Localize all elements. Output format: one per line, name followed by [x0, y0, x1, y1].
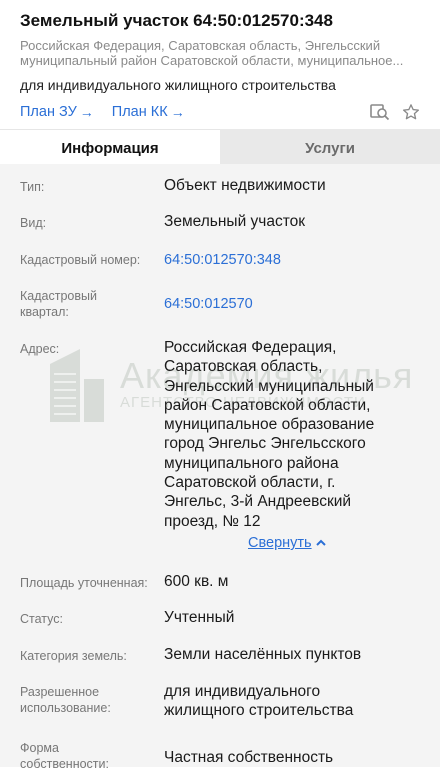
detail-row-type: Тип: Объект недвижимости [0, 176, 440, 195]
detail-value: Частная собственность [164, 749, 334, 766]
detail-value: для индивидуального жилищного строительс… [164, 682, 424, 720]
address-line: проезд, № 12 [164, 512, 261, 530]
address-line: Энгельсский муниципальный [164, 377, 374, 395]
header-icons [370, 103, 420, 121]
address-line: район Саратовской области, [164, 396, 371, 414]
search-map-icon[interactable] [370, 103, 390, 121]
detail-row-status: Статус: Учтенный [0, 608, 440, 627]
header-address-line: Российская Федерация, Саратовская област… [20, 38, 381, 53]
header-address-line: муниципальный район Саратовской области,… [20, 53, 404, 68]
chevron-up-icon [315, 539, 326, 546]
detail-label-line: квартал: [20, 305, 69, 319]
tab-information[interactable]: Информация [0, 129, 220, 167]
detail-label-line: собственности: [20, 757, 109, 771]
detail-row-cadastral-number: Кадастровый номер: 64:50:012570:348 [0, 251, 440, 270]
plan-zu-link[interactable]: План ЗУ → [20, 104, 94, 120]
object-header: Земельный участок 64:50:012570:348 Росси… [0, 0, 440, 123]
address-line: Российская Федерация, [164, 339, 337, 356]
star-icon[interactable] [402, 103, 420, 121]
detail-label: Категория земель: [20, 649, 127, 663]
detail-label: Площадь уточненная: [20, 576, 148, 590]
plan-kk-link[interactable]: План КК → [112, 104, 185, 120]
detail-label: Кадастровый номер: [20, 253, 141, 267]
detail-label: Кадастровый квартал: [20, 288, 164, 320]
header-purpose: для индивидуального жилищного строительс… [20, 77, 336, 93]
plan-kk-label: План КК [111, 104, 168, 120]
detail-value: Земли населённых пунктов [164, 646, 362, 663]
tab-services[interactable]: Услуги [220, 129, 440, 167]
plan-zu-label: План ЗУ [20, 104, 77, 120]
address-line: город Энгельс Энгельсского [164, 435, 366, 453]
detail-row-address: Адрес: Российская Федерация, Саратовская… [0, 338, 440, 531]
detail-label: Тип: [20, 180, 45, 194]
detail-value: Земельный участок [164, 213, 306, 230]
arrow-right-icon: → [170, 104, 185, 120]
address-line: муниципальное образование [164, 416, 375, 434]
cadastral-quarter-link[interactable]: 64:50:012570 [164, 288, 424, 320]
detail-label: Вид: [20, 216, 47, 230]
detail-row-land-category: Категория земель: Земли населённых пункт… [0, 645, 440, 664]
detail-row-area: Площадь уточненная: 600 кв. м [0, 572, 440, 591]
detail-label: Форма собственности: [20, 740, 164, 772]
header-address: Российская Федерация, Саратовская област… [20, 38, 424, 68]
detail-value: Учтенный [164, 609, 235, 626]
detail-row-ownership: Форма собственности: Частная собственнос… [0, 740, 440, 772]
address-value: Российская Федерация, Саратовская област… [164, 338, 424, 531]
detail-value: 600 кв. м [164, 573, 229, 590]
arrow-right-icon: → [79, 104, 94, 120]
detail-value-line: жилищного строительства [164, 702, 354, 719]
detail-label-line: Кадастровый [20, 289, 97, 303]
collapse-button[interactable]: Свернуть [248, 535, 327, 551]
address-line: Саратовской области, г. [164, 474, 336, 492]
collapse-label: Свернуть [248, 535, 312, 551]
header-links-bar: План ЗУ → План КК → [20, 101, 424, 123]
detail-label: Адрес: [20, 342, 60, 356]
detail-value: Объект недвижимости [164, 177, 326, 194]
detail-row-kind: Вид: Земельный участок [0, 212, 440, 231]
detail-label-line: Форма [20, 741, 59, 755]
cadastral-number-link[interactable]: 64:50:012570:348 [164, 251, 424, 270]
address-line: Саратовская область, [164, 358, 323, 376]
detail-row-permitted-use: Разрешенное использование: для индивидуа… [0, 682, 440, 720]
detail-label-line: Разрешенное [20, 685, 100, 699]
detail-label: Статус: [20, 612, 63, 626]
detail-value-line: для индивидуального [164, 683, 321, 700]
tab-bar: Информация Услуги [0, 129, 440, 167]
detail-label: Разрешенное использование: [20, 682, 164, 720]
detail-label-line: использование: [20, 701, 111, 715]
detail-row-cadastral-quarter: Кадастровый квартал: 64:50:012570 [0, 288, 440, 320]
page-title: Земельный участок 64:50:012570:348 [20, 11, 333, 30]
address-line: Энгельс, 3-й Андреевский [164, 493, 352, 511]
details-panel: Академия жилья АГЕНТСТВО НЕДВИЖИМОСТИ Ти… [0, 164, 440, 771]
address-line: муниципального района [164, 454, 339, 472]
